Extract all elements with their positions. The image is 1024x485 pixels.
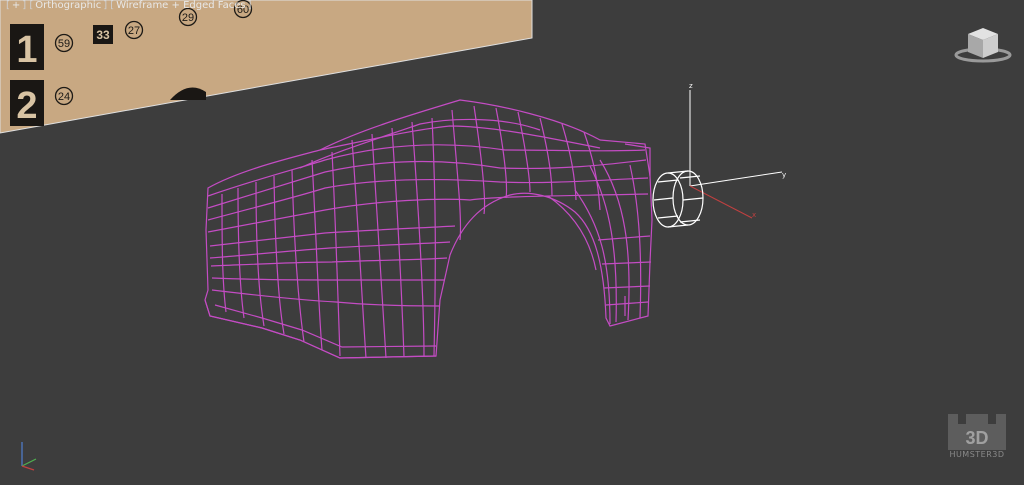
watermark-logo-text: 3D [965,428,988,448]
wheel-cylinder[interactable] [652,170,704,228]
gizmo-axis-x-label: x [752,211,756,219]
viewport-shading-menu[interactable]: Wireframe + Edged Faces [116,0,245,11]
reference-digit-2: 2 [16,85,37,127]
gizmo-axis-z-label: z [689,82,693,90]
viewport-orthographic[interactable]: [+] [Orthographic] [Wireframe + Edged Fa… [0,0,1024,485]
circled-number: 27 [128,25,140,37]
circled-number: 24 [58,91,70,103]
circled-number: 29 [182,12,194,24]
reference-digit-1: 1 [16,29,37,71]
transform-gizmo-icon[interactable]: z y x [652,82,786,228]
axis-tripod-icon [21,442,37,471]
boxed-number: 33 [96,28,110,42]
viewport-view-menu[interactable]: Orthographic [35,0,101,11]
car-fender-wireframe[interactable] [204,99,653,359]
gizmo-axis-y-label: y [782,171,786,179]
viewcube-icon[interactable] [954,28,1012,63]
viewport-label: [+] [Orthographic] [Wireframe + Edged Fa… [6,0,252,11]
scene-canvas[interactable]: 1 2 59 24 33 27 29 60 z y x 3D [0,0,1024,485]
watermark-logo: 3D [948,414,1006,450]
circled-number: 59 [58,38,70,50]
watermark-brand: HUMSTER3D [949,450,1005,459]
